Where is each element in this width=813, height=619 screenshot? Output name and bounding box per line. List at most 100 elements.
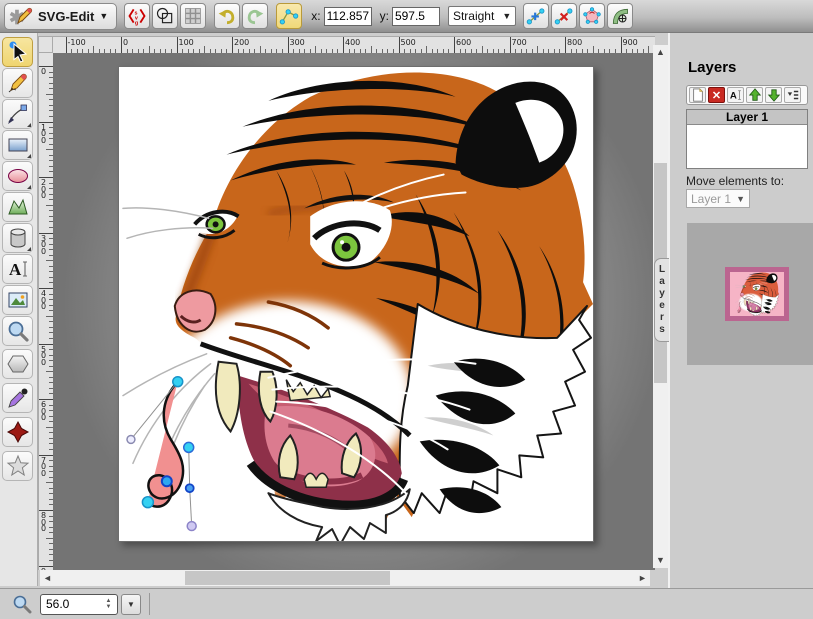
polygon-tool[interactable] (2, 349, 33, 379)
ruler-horizontal: -10001002003004005006007008009001000 (53, 36, 655, 53)
text-tool-icon: A (6, 257, 30, 281)
tools-sidebar: A (0, 33, 38, 586)
segment-type-select[interactable]: Straight ▼ (448, 6, 516, 26)
source-code-button[interactable]: s v g (124, 3, 150, 29)
svg-canvas[interactable] (118, 66, 594, 542)
add-node-button[interactable] (523, 3, 549, 29)
path-node-handle[interactable] (162, 476, 172, 486)
horizontal-scroll-thumb[interactable] (185, 571, 390, 585)
grid-button[interactable] (180, 3, 206, 29)
layer-list[interactable]: Layer 1 (686, 109, 808, 169)
ruler-vertical: 0100200300400500600700800900 (38, 53, 53, 570)
close-path-button[interactable] (579, 3, 605, 29)
path-node-handle[interactable] (173, 377, 183, 387)
move-layer-down-button[interactable] (765, 87, 782, 103)
y-coordinate-input[interactable] (392, 7, 440, 26)
scroll-left-arrow[interactable]: ◄ (41, 572, 54, 585)
pencil-tool-icon (6, 71, 30, 95)
ruler-tick (510, 37, 511, 53)
ruler-label: 400 (345, 38, 360, 47)
segment-type-value: Straight (453, 9, 494, 23)
pencil-tool[interactable] (2, 68, 33, 98)
delete-node-button[interactable] (551, 3, 577, 29)
zoom-spinner[interactable]: ▲▼ (103, 597, 114, 611)
svg-edit-logo-icon: ✱ (9, 4, 33, 28)
ellipse-tool[interactable] (2, 161, 33, 191)
main-menu-button[interactable]: ✱ SVG-Edit ▼ (4, 3, 117, 30)
new-layer-button[interactable] (689, 87, 706, 103)
ruler-tick (46, 149, 53, 150)
ruler-label: 400 (41, 291, 49, 311)
path-node-handle[interactable] (184, 442, 194, 452)
star-tool[interactable] (2, 451, 33, 481)
zoom-preset-dropdown[interactable]: ▼ (121, 594, 141, 615)
close-path-icon (582, 6, 602, 26)
rectangle-tool[interactable] (2, 130, 33, 160)
flyout-arrow-icon[interactable] (27, 154, 31, 158)
shape-tool[interactable] (2, 192, 33, 222)
x-coordinate-input[interactable] (324, 7, 372, 26)
ruler-tick (593, 46, 594, 53)
ruler-corner (38, 36, 53, 53)
select-tool[interactable] (2, 37, 33, 67)
scroll-up-arrow[interactable]: ▲ (654, 46, 667, 59)
layer-menu-button[interactable] (784, 87, 801, 103)
ruler-tick (46, 205, 53, 206)
redo-button[interactable] (242, 3, 268, 29)
move-layer-up-button[interactable] (746, 87, 763, 103)
ruler-label: 100 (179, 38, 194, 47)
undo-button[interactable] (214, 3, 240, 29)
tiger-artwork (119, 67, 593, 541)
image-tool-icon (6, 288, 30, 312)
delete-layer-button[interactable]: ✕ (708, 87, 725, 103)
cylinder-tool[interactable] (2, 223, 33, 253)
scroll-down-arrow[interactable]: ▼ (654, 554, 667, 567)
connector-tool[interactable] (2, 417, 33, 447)
main-toolbar: ✱ SVG-Edit ▼ s v g (0, 0, 813, 33)
ruler-label: 0 (123, 38, 128, 47)
pen-tool[interactable] (2, 99, 33, 129)
layer-buttons: ✕ A (686, 85, 808, 105)
rename-layer-button[interactable]: A (727, 87, 744, 103)
text-tool[interactable]: A (2, 254, 33, 284)
eyedropper-tool[interactable] (2, 383, 33, 413)
undo-icon (217, 6, 237, 26)
ruler-tick (93, 46, 94, 53)
scroll-right-arrow[interactable]: ► (636, 572, 649, 585)
wireframe-button[interactable] (152, 3, 178, 29)
ruler-tick (46, 482, 53, 483)
flyout-arrow-icon[interactable] (27, 123, 31, 127)
ruler-label: 800 (41, 513, 49, 533)
path-node-handle[interactable] (142, 497, 153, 508)
star-tool-icon (6, 454, 30, 478)
open-path-button[interactable] (607, 3, 633, 29)
ruler-tick (66, 37, 67, 53)
node-edit-button[interactable] (276, 3, 302, 29)
ruler-tick (648, 46, 649, 53)
workspace[interactable] (53, 53, 655, 570)
layers-tab-letter: s (659, 324, 665, 336)
path-control-handle[interactable] (187, 522, 196, 531)
rectangle-tool-icon (6, 133, 30, 157)
flyout-arrow-icon[interactable] (27, 185, 31, 189)
path-node-handle[interactable] (186, 484, 194, 492)
ruler-tick (46, 260, 53, 261)
layer-row[interactable]: Layer 1 (687, 110, 807, 125)
wireframe-icon (155, 6, 175, 26)
connector-tool-icon (6, 420, 30, 444)
image-tool[interactable] (2, 285, 33, 315)
ruler-label: 300 (290, 38, 305, 47)
ruler-tick (121, 37, 122, 53)
flyout-arrow-icon[interactable] (27, 247, 31, 251)
ruler-label: 800 (567, 38, 582, 47)
layers-tab-letter: L (659, 264, 665, 276)
layers-panel-tab[interactable]: Layers (654, 258, 669, 342)
zoom-tool[interactable] (2, 316, 33, 346)
svg-text:g: g (135, 20, 138, 26)
cylinder-tool-icon (6, 226, 30, 250)
layer-thumbnail[interactable] (725, 267, 789, 321)
layer-preview-box (687, 223, 813, 365)
horizontal-scrollbar[interactable]: ◄ ► (40, 570, 650, 586)
move-elements-select[interactable]: Layer 1 ▼ (686, 189, 750, 208)
path-control-handle[interactable] (127, 435, 135, 443)
